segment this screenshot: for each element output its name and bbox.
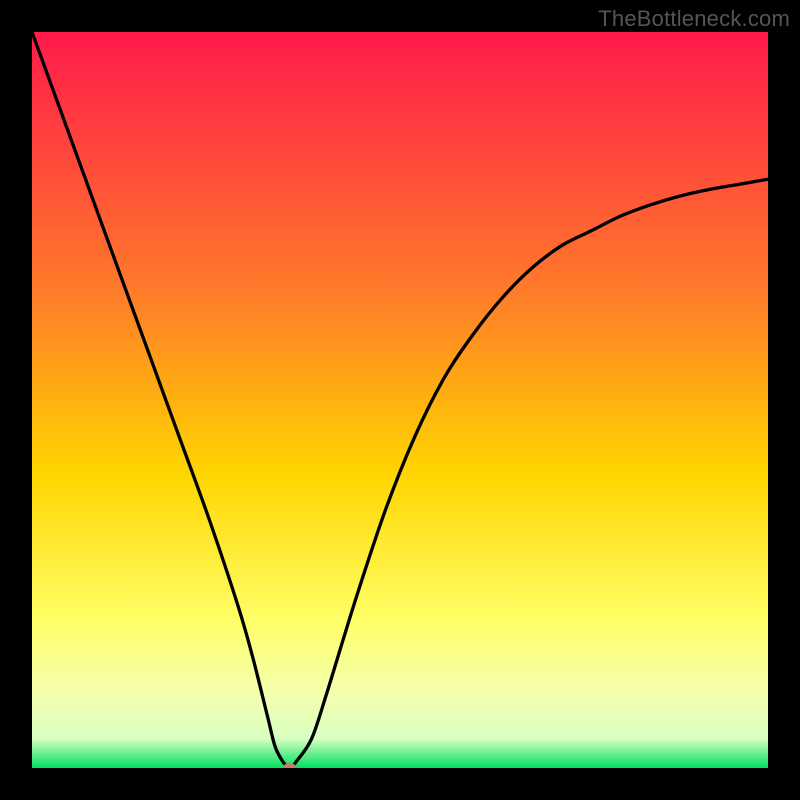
bottleneck-curve [32,32,768,768]
watermark-text: TheBottleneck.com [598,6,790,32]
plot-area [32,32,768,768]
chart-frame: TheBottleneck.com [0,0,800,800]
